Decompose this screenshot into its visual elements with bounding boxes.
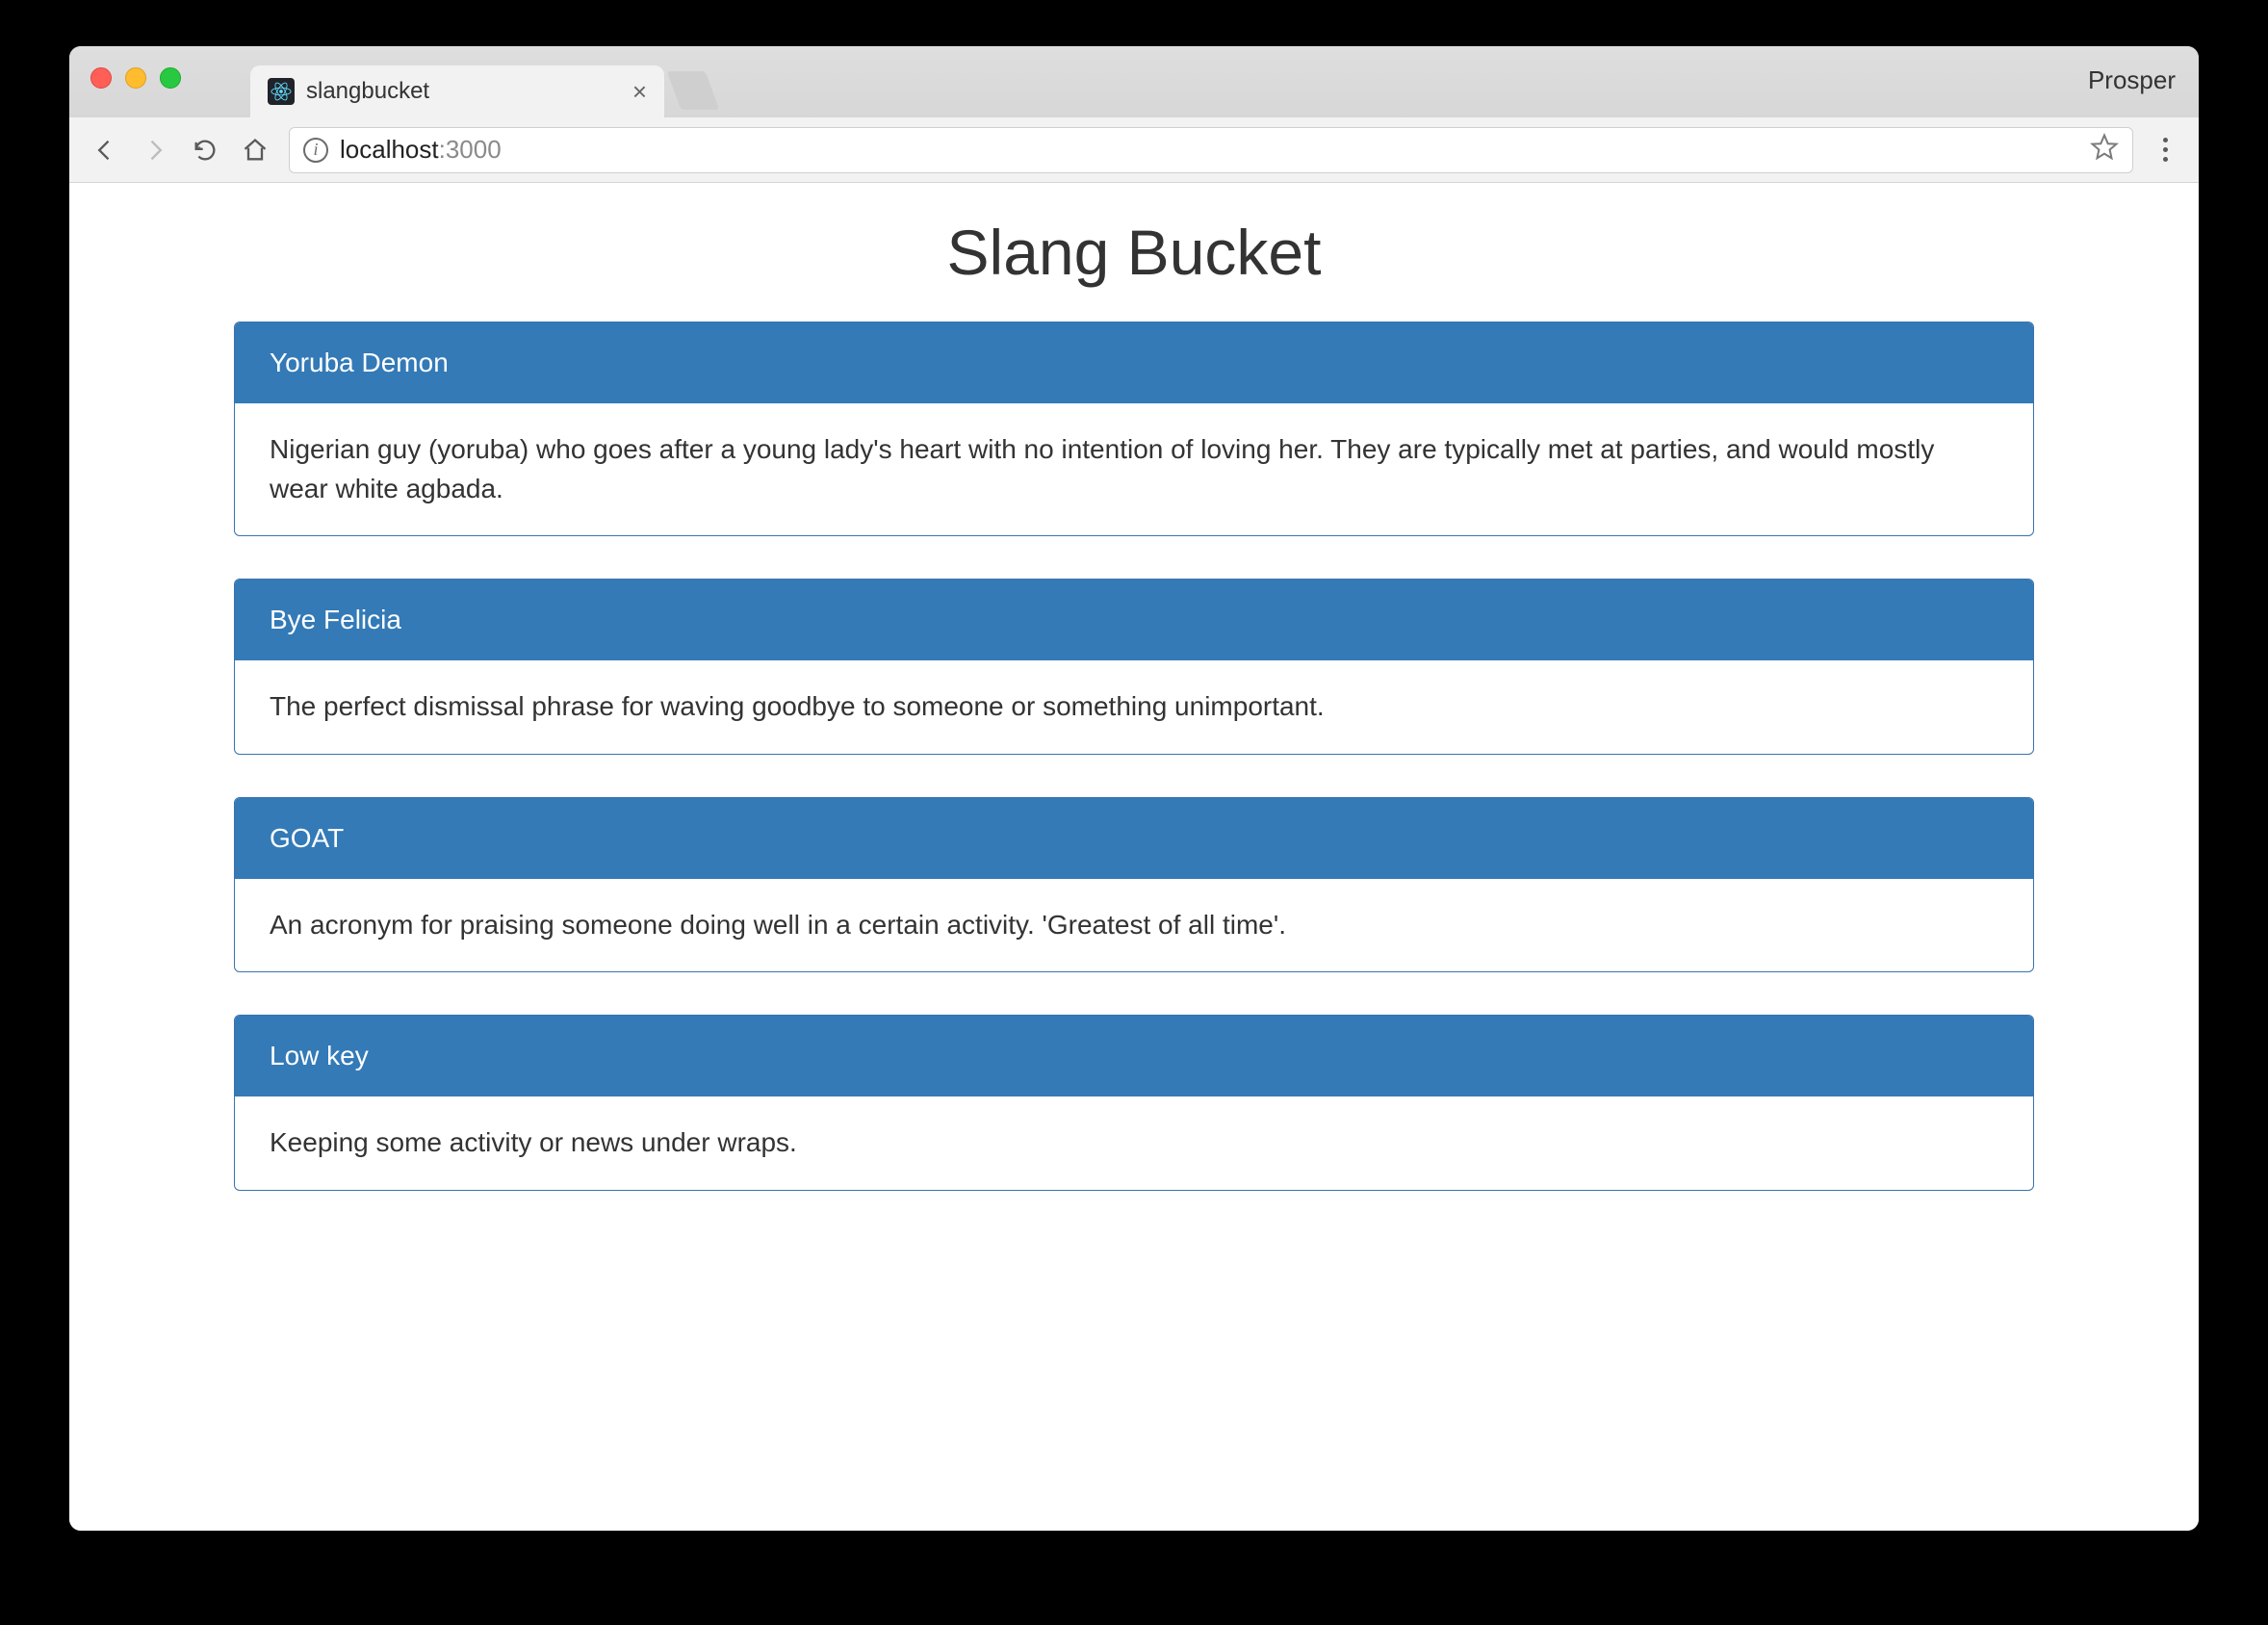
slang-definition: Nigerian guy (yoruba) who goes after a y… (235, 403, 2033, 535)
browser-toolbar: i localhost:3000 (69, 117, 2199, 183)
slang-list: Yoruba Demon Nigerian guy (yoruba) who g… (234, 322, 2034, 1191)
home-button[interactable] (239, 134, 271, 167)
window-controls (90, 67, 181, 89)
close-window-button[interactable] (90, 67, 112, 89)
site-info-icon[interactable]: i (303, 138, 328, 163)
maximize-window-button[interactable] (160, 67, 181, 89)
profile-name[interactable]: Prosper (2088, 65, 2176, 95)
page-title: Slang Bucket (69, 193, 2199, 322)
tab-title: slangbucket (306, 78, 621, 105)
reload-button[interactable] (189, 134, 221, 167)
slang-definition: Keeping some activity or news under wrap… (235, 1096, 2033, 1190)
slang-term: Low key (235, 1016, 2033, 1096)
slang-definition: An acronym for praising someone doing we… (235, 879, 2033, 972)
slang-definition: The perfect dismissal phrase for waving … (235, 660, 2033, 754)
tab-strip: slangbucket × Prosper (69, 46, 2199, 117)
slang-term: Bye Felicia (235, 580, 2033, 660)
close-tab-button[interactable]: × (632, 79, 647, 104)
react-favicon-icon (268, 78, 295, 105)
slang-term: GOAT (235, 798, 2033, 879)
browser-tab[interactable]: slangbucket × (250, 65, 664, 117)
new-tab-button[interactable] (667, 71, 720, 110)
forward-button[interactable] (139, 134, 171, 167)
slang-panel: Yoruba Demon Nigerian guy (yoruba) who g… (234, 322, 2034, 536)
back-button[interactable] (89, 134, 121, 167)
slang-panel: Low key Keeping some activity or news un… (234, 1015, 2034, 1191)
slang-panel: GOAT An acronym for praising someone doi… (234, 797, 2034, 973)
bookmark-star-icon[interactable] (2090, 133, 2119, 167)
address-bar[interactable]: i localhost:3000 (289, 127, 2133, 173)
browser-window: slangbucket × Prosper i localhost:3000 (69, 46, 2199, 1531)
page-viewport: Slang Bucket Yoruba Demon Nigerian guy (… (69, 183, 2199, 1531)
minimize-window-button[interactable] (125, 67, 146, 89)
browser-menu-button[interactable] (2151, 138, 2179, 162)
slang-term: Yoruba Demon (235, 322, 2033, 403)
slang-panel: Bye Felicia The perfect dismissal phrase… (234, 579, 2034, 755)
url-text: localhost:3000 (340, 135, 502, 165)
